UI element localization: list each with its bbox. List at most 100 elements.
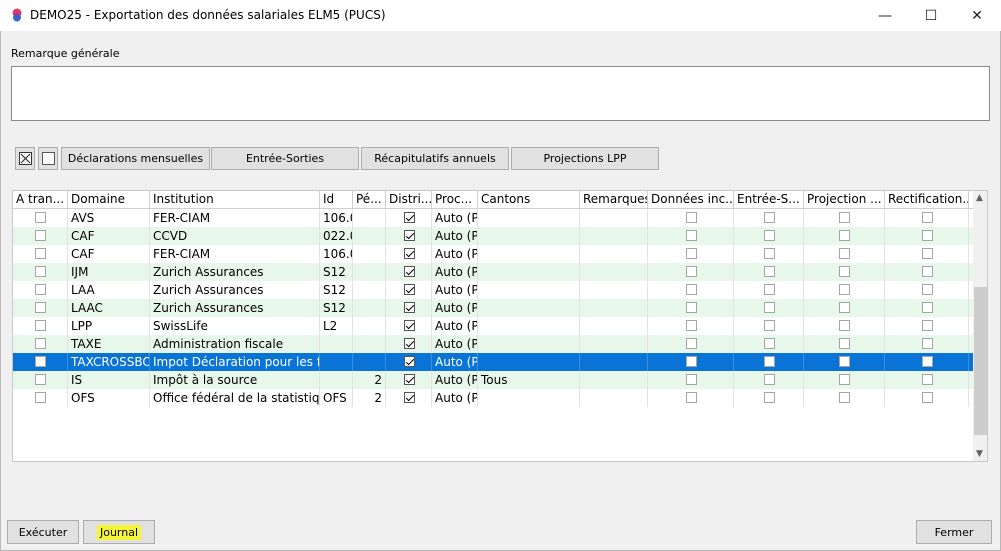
cell-remarks-col[interactable] bbox=[580, 389, 648, 407]
close-window-button[interactable]: ✕ bbox=[954, 0, 1000, 31]
execute-button[interactable]: Exécuter bbox=[7, 520, 79, 544]
row-checkbox[interactable] bbox=[686, 374, 697, 385]
row-checkbox[interactable] bbox=[686, 320, 697, 331]
cell-domain-col[interactable]: TAXCROSSBO bbox=[68, 353, 150, 371]
row-checkbox[interactable] bbox=[764, 356, 775, 367]
cell-id-col[interactable]: 106.0 bbox=[320, 245, 353, 263]
row-checkbox[interactable] bbox=[404, 302, 415, 313]
row-checkbox[interactable] bbox=[839, 338, 850, 349]
row-checkbox[interactable] bbox=[35, 302, 46, 313]
minimize-button[interactable]: — bbox=[862, 0, 908, 31]
cell-proc-col[interactable]: Auto (P bbox=[432, 263, 478, 281]
row-checkbox[interactable] bbox=[839, 374, 850, 385]
cell-period-col[interactable]: 2 bbox=[353, 371, 386, 389]
cell-proc-col[interactable]: Auto (P bbox=[432, 281, 478, 299]
cell-proc-col[interactable]: Auto (P bbox=[432, 335, 478, 353]
cell-period-col[interactable] bbox=[353, 281, 386, 299]
row-checkbox[interactable] bbox=[839, 212, 850, 223]
row-checkbox[interactable] bbox=[922, 230, 933, 241]
cell-cantons-col[interactable] bbox=[478, 263, 580, 281]
row-checkbox[interactable] bbox=[35, 338, 46, 349]
row-checkbox[interactable] bbox=[764, 248, 775, 259]
cell-remarks-col[interactable] bbox=[580, 335, 648, 353]
row-checkbox[interactable] bbox=[922, 248, 933, 259]
annual-summaries-button[interactable]: Récapitulatifs annuels bbox=[361, 147, 509, 170]
cell-id-col[interactable]: 022.0 bbox=[320, 227, 353, 245]
cell-domain-col[interactable]: LPP bbox=[68, 317, 150, 335]
cell-remarks-col[interactable] bbox=[580, 299, 648, 317]
close-button[interactable]: Fermer bbox=[916, 520, 992, 544]
cell-cantons-col[interactable] bbox=[478, 353, 580, 371]
cell-domain-col[interactable]: AVS bbox=[68, 209, 150, 227]
cell-id-col[interactable]: S12 bbox=[320, 281, 353, 299]
table-row[interactable]: CAFCCVD022.0 Auto (P bbox=[13, 227, 973, 245]
cell-remarks-col[interactable] bbox=[580, 245, 648, 263]
row-checkbox[interactable] bbox=[764, 392, 775, 403]
remark-textarea[interactable] bbox=[11, 66, 990, 121]
row-checkbox[interactable] bbox=[922, 302, 933, 313]
cell-institution-col[interactable]: Impôt à la source bbox=[150, 371, 320, 389]
cell-institution-col[interactable]: Impot Déclaration pour les fror bbox=[150, 353, 320, 371]
row-checkbox[interactable] bbox=[764, 338, 775, 349]
row-checkbox[interactable] bbox=[686, 266, 697, 277]
row-checkbox[interactable] bbox=[922, 212, 933, 223]
vertical-scrollbar[interactable]: ▲ ▼ bbox=[973, 191, 987, 461]
cell-proc-col[interactable]: Auto (P bbox=[432, 209, 478, 227]
table-row[interactable]: CAFFER-CIAM106.0 Auto (P bbox=[13, 245, 973, 263]
cell-domain-col[interactable]: LAA bbox=[68, 281, 150, 299]
row-checkbox[interactable] bbox=[404, 374, 415, 385]
cell-period-col[interactable] bbox=[353, 299, 386, 317]
cell-id-col[interactable] bbox=[320, 353, 353, 371]
row-checkbox[interactable] bbox=[404, 266, 415, 277]
header-institution-col[interactable]: Institution bbox=[150, 191, 320, 208]
header-cantons-col[interactable]: Cantons bbox=[478, 191, 580, 208]
cell-period-col[interactable] bbox=[353, 317, 386, 335]
header-proc-col[interactable]: Proc... bbox=[432, 191, 478, 208]
row-checkbox[interactable] bbox=[404, 338, 415, 349]
row-checkbox[interactable] bbox=[686, 302, 697, 313]
row-checkbox[interactable] bbox=[839, 302, 850, 313]
cell-cantons-col[interactable]: Tous bbox=[478, 371, 580, 389]
cell-proc-col[interactable]: Auto (P bbox=[432, 245, 478, 263]
row-checkbox[interactable] bbox=[686, 392, 697, 403]
cell-remarks-col[interactable] bbox=[580, 227, 648, 245]
entries-exits-button[interactable]: Entrée-Sorties bbox=[211, 147, 359, 170]
scroll-down-icon[interactable]: ▼ bbox=[976, 449, 983, 459]
row-checkbox[interactable] bbox=[35, 284, 46, 295]
cell-cantons-col[interactable] bbox=[478, 299, 580, 317]
cell-institution-col[interactable]: SwissLife bbox=[150, 317, 320, 335]
row-checkbox[interactable] bbox=[35, 248, 46, 259]
header-incomplete-col[interactable]: Données inc... bbox=[648, 191, 734, 208]
row-checkbox[interactable] bbox=[764, 212, 775, 223]
header-distrib-col[interactable]: Distri... bbox=[386, 191, 432, 208]
cell-institution-col[interactable]: Zurich Assurances bbox=[150, 263, 320, 281]
cell-domain-col[interactable]: IJM bbox=[68, 263, 150, 281]
row-checkbox[interactable] bbox=[404, 212, 415, 223]
row-checkbox[interactable] bbox=[686, 284, 697, 295]
header-rectification-col[interactable]: Rectification... bbox=[885, 191, 969, 208]
cell-cantons-col[interactable] bbox=[478, 227, 580, 245]
row-checkbox[interactable] bbox=[839, 356, 850, 367]
cell-id-col[interactable]: OFS bbox=[320, 389, 353, 407]
cell-institution-col[interactable]: Office fédéral de la statistique bbox=[150, 389, 320, 407]
row-checkbox[interactable] bbox=[922, 374, 933, 385]
table-row[interactable]: IJM Zurich Assurances S12 Auto (P bbox=[13, 263, 973, 281]
row-checkbox[interactable] bbox=[922, 284, 933, 295]
cell-period-col[interactable] bbox=[353, 227, 386, 245]
header-domain-col[interactable]: Domaine bbox=[68, 191, 150, 208]
cell-institution-col[interactable]: CCVD bbox=[150, 227, 320, 245]
cell-cantons-col[interactable] bbox=[478, 209, 580, 227]
cell-period-col[interactable] bbox=[353, 353, 386, 371]
row-checkbox[interactable] bbox=[922, 356, 933, 367]
header-period-col[interactable]: Pé... bbox=[353, 191, 386, 208]
header-entries-col[interactable]: Entrée-S... bbox=[734, 191, 804, 208]
scroll-up-icon[interactable]: ▲ bbox=[976, 193, 983, 203]
row-checkbox[interactable] bbox=[922, 392, 933, 403]
cell-remarks-col[interactable] bbox=[580, 281, 648, 299]
header-id-col[interactable]: Id bbox=[320, 191, 353, 208]
cell-proc-col[interactable]: Auto (P bbox=[432, 299, 478, 317]
row-checkbox[interactable] bbox=[839, 248, 850, 259]
cell-id-col[interactable]: L2 bbox=[320, 317, 353, 335]
table-row[interactable]: TAXCROSSBO Impot Déclaration pour les fro… bbox=[13, 353, 973, 371]
row-checkbox[interactable] bbox=[922, 338, 933, 349]
